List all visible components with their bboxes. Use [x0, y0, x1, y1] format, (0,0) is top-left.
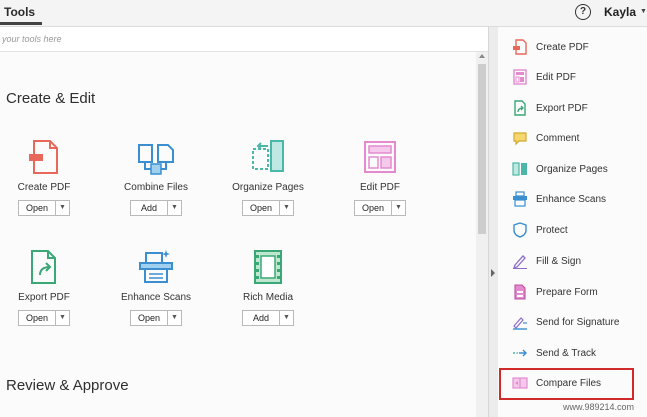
section-title-review-approve: Review & Approve: [6, 377, 129, 394]
pane-item-comment[interactable]: Comment: [512, 126, 642, 150]
watermark: www.989214.com: [563, 402, 635, 412]
pane-item-label: Enhance Scans: [536, 193, 607, 205]
pen-icon: [512, 255, 527, 269]
create-pdf-icon: [513, 39, 527, 55]
tools-center: Create & Edit Create PDF Open ▼ Combine …: [0, 52, 476, 417]
open-button-group: Open ▼: [129, 310, 183, 326]
tool-rich-media[interactable]: Rich Media Add ▼: [213, 247, 323, 326]
add-button[interactable]: Add: [243, 311, 280, 325]
organize-pages-icon: [512, 162, 527, 176]
pane-item-prepare-form[interactable]: Prepare Form: [512, 280, 642, 304]
pane-item-protect[interactable]: Protect: [512, 218, 642, 242]
tool-label: Enhance Scans: [120, 292, 192, 303]
pane-item-edit-pdf[interactable]: Edit PDF: [512, 65, 642, 89]
add-button-group: Add ▼: [242, 310, 294, 326]
chevron-down-icon[interactable]: ▼: [168, 311, 181, 325]
combine-files-icon: [136, 137, 176, 177]
pane-item-label: Protect: [536, 224, 568, 236]
tool-enhance-scans[interactable]: Enhance Scans Open ▼: [101, 247, 211, 326]
open-button[interactable]: Open: [131, 311, 169, 325]
tool-export-pdf[interactable]: Export PDF Open ▼: [0, 247, 99, 326]
tool-label: Edit PDF: [359, 182, 400, 193]
pane-item-organize-pages[interactable]: Organize Pages: [512, 157, 642, 181]
form-icon: [514, 284, 526, 300]
compare-files-highlight: [499, 368, 634, 400]
chevron-down-icon[interactable]: ▼: [168, 201, 181, 215]
expand-right-icon[interactable]: [491, 269, 495, 277]
chevron-down-icon[interactable]: ▼: [392, 201, 405, 215]
chevron-down-icon[interactable]: ▼: [56, 311, 69, 325]
chevron-down-icon[interactable]: ▼: [280, 201, 293, 215]
enhance-scans-icon: [513, 191, 527, 207]
rich-media-icon: [248, 247, 288, 287]
open-button-group: Open ▼: [17, 200, 71, 216]
add-button-group: Add ▼: [130, 200, 182, 216]
help-icon[interactable]: ?: [575, 4, 591, 20]
tools-search-bar: [0, 27, 488, 52]
tool-label: Rich Media: [242, 292, 294, 303]
export-pdf-icon: [514, 100, 526, 116]
pane-item-label: Comment: [536, 132, 580, 144]
open-button-group: Open ▼: [17, 310, 71, 326]
tool-label: Export PDF: [18, 292, 70, 303]
right-tools-pane: Create PDF Edit PDF Export PDF Comment O…: [498, 27, 647, 417]
pane-item-label: Send for Signature: [536, 316, 620, 328]
pane-item-label: Send & Track: [536, 347, 597, 359]
chevron-down-icon[interactable]: ▼: [56, 201, 69, 215]
chevron-down-icon[interactable]: ▼: [640, 8, 647, 15]
tool-create-pdf[interactable]: Create PDF Open ▼: [0, 137, 99, 216]
open-button[interactable]: Open: [355, 201, 393, 215]
export-pdf-icon: [24, 247, 64, 287]
pane-item-enhance-scans[interactable]: Enhance Scans: [512, 187, 642, 211]
organize-pages-icon: [248, 137, 288, 177]
pane-item-label: Edit PDF: [536, 71, 577, 83]
open-button-group: Open ▼: [241, 200, 295, 216]
chevron-down-icon[interactable]: ▼: [280, 311, 293, 325]
tool-edit-pdf[interactable]: Edit PDF Open ▼: [325, 137, 435, 216]
pane-item-label: Organize Pages: [536, 163, 608, 175]
top-bar: Tools ? Kayla ▼: [0, 0, 647, 27]
send-track-icon: [513, 349, 527, 357]
user-menu[interactable]: Kayla: [604, 5, 636, 19]
open-button[interactable]: Open: [19, 201, 57, 215]
comment-icon: [513, 132, 527, 146]
pane-item-send-track[interactable]: Send & Track: [512, 341, 642, 365]
tab-tools[interactable]: Tools: [4, 5, 35, 19]
shield-icon: [513, 222, 527, 238]
section-title-create-edit: Create & Edit: [6, 90, 96, 107]
add-button[interactable]: Add: [131, 201, 168, 215]
open-button-group: Open ▼: [353, 200, 407, 216]
edit-pdf-icon: [513, 69, 527, 85]
pane-item-send-for-signature[interactable]: Send for Signature: [512, 310, 642, 334]
open-button[interactable]: Open: [19, 311, 57, 325]
tool-label: Create PDF: [17, 182, 71, 193]
pane-item-label: Export PDF: [536, 102, 588, 114]
tool-organize-pages[interactable]: Organize Pages Open ▼: [213, 137, 323, 216]
open-button[interactable]: Open: [243, 201, 281, 215]
pane-item-label: Fill & Sign: [536, 255, 582, 267]
scroll-thumb[interactable]: [478, 64, 486, 234]
pane-item-create-pdf[interactable]: Create PDF: [512, 35, 642, 59]
pane-item-label: Create PDF: [536, 41, 589, 53]
pane-item-fill-sign[interactable]: Fill & Sign: [512, 249, 642, 273]
edit-pdf-icon: [360, 137, 400, 177]
create-pdf-icon: [24, 137, 64, 177]
send-signature-icon: [513, 317, 527, 330]
pane-item-export-pdf[interactable]: Export PDF: [512, 96, 642, 120]
tool-label: Combine Files: [124, 182, 188, 193]
scroll-up-icon[interactable]: [479, 54, 485, 58]
tool-combine-files[interactable]: Combine Files Add ▼: [101, 137, 211, 216]
tab-active-indicator: [0, 22, 42, 25]
tool-label: Organize Pages: [232, 182, 304, 193]
pane-item-label: Prepare Form: [536, 286, 598, 298]
search-input[interactable]: [0, 30, 472, 47]
main-scrollbar[interactable]: [476, 52, 488, 417]
enhance-scans-icon: [136, 247, 176, 287]
